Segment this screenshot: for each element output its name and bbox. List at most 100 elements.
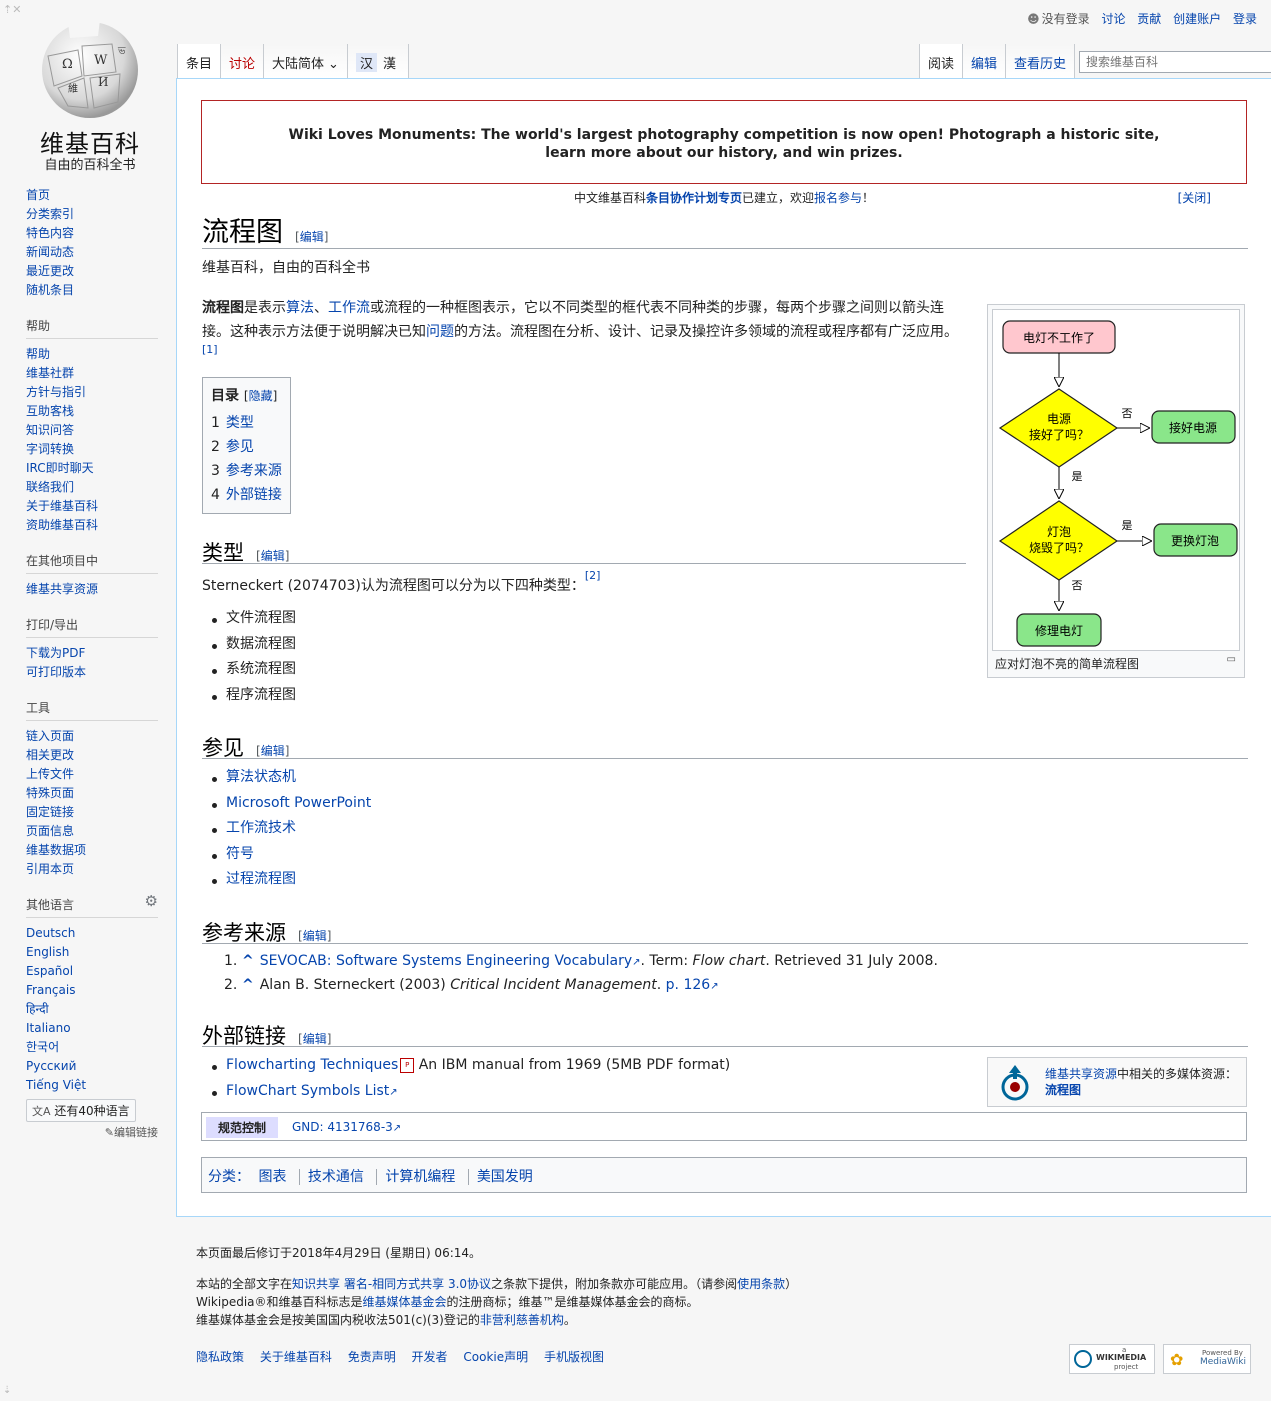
sidebar-item-random[interactable]: 随机条目: [26, 281, 158, 300]
list-item-link[interactable]: 工作流技术: [212, 816, 371, 842]
sidebar-item-help[interactable]: 帮助: [26, 345, 158, 364]
footer-cookie-link[interactable]: Cookie声明: [463, 1350, 528, 1364]
commons-link[interactable]: 维基共享资源: [1045, 1067, 1117, 1081]
ext-link-flowcharting-techniques[interactable]: Flowcharting Techniques: [226, 1057, 398, 1073]
gear-icon[interactable]: ⚙: [145, 892, 158, 910]
sidebar-item-featured[interactable]: 特色内容: [26, 224, 158, 243]
section-edit-link[interactable]: [编辑]: [256, 549, 289, 563]
title-edit-link[interactable]: [编辑]: [295, 230, 328, 244]
category-link[interactable]: 图表: [254, 1169, 294, 1185]
footer-about-link[interactable]: 关于维基百科: [260, 1350, 332, 1364]
commons-category-link[interactable]: 流程图: [1045, 1083, 1081, 1097]
simplified-hanzi-button[interactable]: 汉: [355, 53, 377, 72]
sidebar-lang-en[interactable]: English: [26, 943, 158, 962]
backlink-caret[interactable]: ^: [242, 953, 254, 969]
toc-item[interactable]: 2 参见: [211, 435, 282, 459]
sidebar-lang-es[interactable]: Español: [26, 962, 158, 981]
sidebar-lang-ru[interactable]: Русский: [26, 1057, 158, 1076]
talk-link[interactable]: 讨论: [1101, 12, 1125, 26]
sidebar-item-recent-changes[interactable]: 最近更改: [26, 262, 158, 281]
authority-label[interactable]: 规范控制: [206, 1117, 279, 1138]
tab-history[interactable]: 查看历史: [1006, 44, 1076, 78]
sidebar-lang-it[interactable]: Italiano: [26, 1019, 158, 1038]
create-account-link[interactable]: 创建账户: [1173, 12, 1221, 26]
notice-project-link[interactable]: 条目协作计划专页: [646, 191, 742, 205]
sidebar-item-cite[interactable]: 引用本页: [26, 860, 158, 879]
edit-links[interactable]: ✎编辑链接: [26, 1124, 158, 1140]
types-ref-2[interactable]: [2]: [585, 569, 601, 582]
login-link[interactable]: 登录: [1233, 12, 1257, 26]
sidebar-item-contact[interactable]: 联络我们: [26, 478, 158, 497]
sidebar-item-village-pump[interactable]: 互助客栈: [26, 402, 158, 421]
list-item-link[interactable]: 算法状态机: [212, 765, 371, 791]
toc-item[interactable]: 4 外部链接: [211, 483, 282, 507]
powered-by-mediawiki-badge[interactable]: ✿ Powered By MediaWiki: [1163, 1344, 1251, 1374]
sidebar-item-policies[interactable]: 方针与指引: [26, 383, 158, 402]
traditional-hanzi-button[interactable]: 漢: [379, 53, 400, 72]
variant-dropdown[interactable]: 大陆简体 ⌄: [264, 44, 348, 78]
more-languages-button[interactable]: 文A 还有40种语言: [26, 1099, 136, 1122]
intro-link-problem[interactable]: 问题: [426, 324, 454, 340]
ext-link-symbols-list[interactable]: FlowChart Symbols List: [226, 1083, 389, 1099]
sidebar-lang-hi[interactable]: हिन्दी: [26, 1000, 158, 1019]
ref-link-sevocab[interactable]: SEVOCAB: Software Systems Engineering Vo…: [260, 953, 632, 969]
section-edit-link[interactable]: [编辑]: [256, 744, 289, 758]
sidebar-item-about[interactable]: 关于维基百科: [26, 497, 158, 516]
list-item-link[interactable]: 符号: [212, 842, 371, 868]
sidebar-item-main-page[interactable]: 首页: [26, 186, 158, 205]
footer-mobile-view-link[interactable]: 手机版视图: [544, 1350, 604, 1364]
backlink-caret[interactable]: ^: [242, 977, 254, 993]
sidebar-lang-de[interactable]: Deutsch: [26, 924, 158, 943]
authority-gnd[interactable]: GND: 4131768-3↗: [292, 1120, 401, 1134]
notice-close-button[interactable]: [关闭]: [1178, 189, 1211, 206]
sidebar-item-page-info[interactable]: 页面信息: [26, 822, 158, 841]
foundation-link[interactable]: 维基媒体基金会: [363, 1295, 447, 1309]
sidebar-item-download-pdf[interactable]: 下载为PDF: [26, 644, 158, 663]
sidebar-item-related-changes[interactable]: 相关更改: [26, 746, 158, 765]
sidebar-item-conversion[interactable]: 字词转换: [26, 440, 158, 459]
magnify-icon[interactable]: ▭: [1227, 654, 1236, 665]
categories-label[interactable]: 分类：: [208, 1169, 250, 1185]
central-notice-banner[interactable]: Wiki Loves Monuments: The world's larges…: [201, 100, 1247, 184]
toc-item[interactable]: 3 参考来源: [211, 459, 282, 483]
toc-item[interactable]: 1 类型: [211, 411, 282, 435]
notice-signup-link[interactable]: 报名参与: [814, 191, 862, 205]
search-input[interactable]: [1079, 51, 1271, 73]
tab-edit[interactable]: 编辑: [963, 44, 1007, 78]
category-link[interactable]: 技术通信: [298, 1169, 372, 1185]
sidebar-item-upload[interactable]: 上传文件: [26, 765, 158, 784]
sidebar-item-news[interactable]: 新闻动态: [26, 243, 158, 262]
flowchart-image[interactable]: 电灯不工作了 电源 接好了吗？ 否 接好电源 是 灯泡 烧毁了吗？ 是 更换灯泡…: [992, 309, 1240, 651]
sidebar-item-what-links-here[interactable]: 链入页面: [26, 727, 158, 746]
terms-link[interactable]: 使用条款: [737, 1277, 785, 1291]
section-edit-link[interactable]: [编辑]: [298, 929, 331, 943]
sidebar-item-donate[interactable]: 资助维基百科: [26, 516, 158, 535]
nonprofit-link[interactable]: 非营利慈善机构: [480, 1313, 564, 1327]
footer-disclaimer-link[interactable]: 免责声明: [348, 1350, 396, 1364]
sidebar-item-irc[interactable]: IRC即时聊天: [26, 459, 158, 478]
list-item-link[interactable]: Microsoft PowerPoint: [212, 791, 371, 817]
list-item-link[interactable]: 过程流程图: [212, 867, 371, 893]
footer-developers-link[interactable]: 开发者: [412, 1350, 448, 1364]
intro-link-algorithm[interactable]: 算法: [286, 300, 314, 316]
tab-talk[interactable]: 讨论: [221, 44, 265, 78]
license-link[interactable]: 知识共享 署名-相同方式共享 3.0协议: [292, 1277, 491, 1291]
sidebar-lang-ko[interactable]: 한국어: [26, 1038, 158, 1057]
category-link[interactable]: 计算机编程: [376, 1169, 464, 1185]
wikipedia-logo[interactable]: Ω W И 維 ভ 维基百科 自由的百科全书: [20, 14, 160, 173]
sidebar-item-wikidata[interactable]: 维基数据项: [26, 841, 158, 860]
wikimedia-project-badge[interactable]: a WIKIMEDIA project: [1069, 1344, 1155, 1374]
intro-link-workflow[interactable]: 工作流: [328, 300, 370, 316]
sidebar-item-category-index[interactable]: 分类索引: [26, 205, 158, 224]
sidebar-item-commons[interactable]: 维基共享资源: [26, 580, 158, 599]
intro-ref-1[interactable]: [1]: [202, 343, 218, 356]
tab-read[interactable]: 阅读: [919, 44, 964, 78]
sidebar-item-qa[interactable]: 知识问答: [26, 421, 158, 440]
sidebar-item-special-pages[interactable]: 特殊页面: [26, 784, 158, 803]
tab-article[interactable]: 条目: [177, 44, 222, 78]
ref-link-page[interactable]: p. 126: [666, 977, 711, 993]
sidebar-lang-vi[interactable]: Tiếng Việt: [26, 1076, 158, 1095]
sidebar-item-community[interactable]: 维基社群: [26, 364, 158, 383]
sidebar-item-permanent-link[interactable]: 固定链接: [26, 803, 158, 822]
section-edit-link[interactable]: [编辑]: [298, 1032, 331, 1046]
